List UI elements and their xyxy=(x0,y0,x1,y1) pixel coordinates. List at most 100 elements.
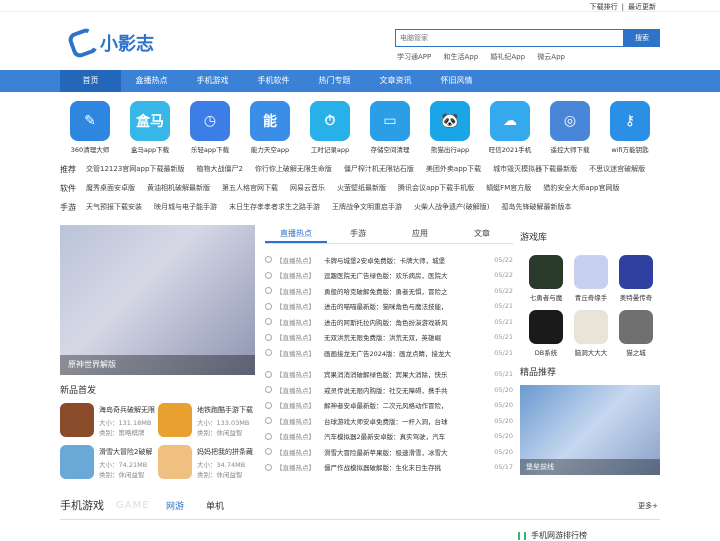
hot-keyword[interactable]: 学习通APP xyxy=(397,53,431,61)
new-game-item[interactable]: 海岛奇兵破解无限 大小：131.18MB 类别：策略棋牌 xyxy=(60,403,158,439)
app-item[interactable]: ◎ 遥控大师下载 xyxy=(540,101,600,154)
tag-link[interactable]: 猎豹安全大师app官网版 xyxy=(543,183,619,194)
news-title[interactable]: 逗趣医院无广告绿色版：欢乐病房，医院大 xyxy=(324,270,491,280)
news-title[interactable]: 台球游戏大师安卓免费版：一杆入洞，台球 xyxy=(324,416,491,426)
nav-mobile-software[interactable]: 手机软件 xyxy=(243,70,304,92)
news-row[interactable]: 【直播热点】 解神者安卓最新版：二次元风格动作冒险， 05/20 xyxy=(265,398,513,414)
tag-link[interactable]: 网易云音乐 xyxy=(290,183,325,194)
tag-link[interactable]: 黄油相机破解最新版 xyxy=(147,183,210,194)
news-row[interactable]: 【直播热点】 画画接龙无广告2024版：画龙点睛，接龙大 05/21 xyxy=(265,345,513,361)
app-item[interactable]: ✎ 360清理大师 xyxy=(60,101,120,154)
hot-keyword[interactable]: 微云App xyxy=(537,53,565,61)
search-input[interactable] xyxy=(395,29,624,47)
new-game-item[interactable]: 滑雪大冒险2破解 大小：74.21MB 类别：休闲益智 xyxy=(60,445,158,481)
news-title[interactable]: 勇般的哈克破解免费版：勇者无惧，冒险之 xyxy=(324,286,491,296)
tag-link[interactable]: 不思议迷宫破解版 xyxy=(589,164,645,175)
tag-link[interactable]: 美团外卖app下载 xyxy=(426,164,481,175)
tag-link[interactable]: 蜻蜓FM官方版 xyxy=(486,183,531,194)
hot-keyword[interactable]: 和生活App xyxy=(443,53,478,61)
news-title[interactable]: 滑雪大冒险最新苹果版：极速滑雪，冰雪大 xyxy=(324,447,491,457)
tag-link[interactable]: 僵尸榨汁机无限钻石版 xyxy=(344,164,414,175)
tab-games[interactable]: 手游 xyxy=(327,228,389,243)
news-row[interactable]: 【直播热点】 进击的阿斯托拉内购版：角色扮演游戏新风 05/21 xyxy=(265,314,513,330)
library-game[interactable]: 奥特曼传奇 xyxy=(614,255,658,302)
library-game[interactable]: 七勇者与魔 xyxy=(524,255,568,302)
tab-single-games[interactable]: 单机 xyxy=(206,499,224,512)
tag-link[interactable]: 城市毁灭模拟器下载最新版 xyxy=(493,164,577,175)
featured-banner[interactable]: 堡垒前线 xyxy=(520,385,660,475)
tag-link[interactable]: 火柴人战争遗产(破解版) xyxy=(414,202,489,213)
news-title[interactable]: 解神者安卓最新版：二次元风格动作冒险， xyxy=(324,400,491,410)
nav-topics[interactable]: 热门专题 xyxy=(304,70,365,92)
app-item[interactable]: ⚷ wifi万能钥匙 xyxy=(600,101,660,154)
news-row[interactable]: 【直播热点】 逗趣医院无广告绿色版：欢乐病房，医院大 05/22 xyxy=(265,268,513,284)
news-row[interactable]: 【直播热点】 无双洪荒无限免费版：洪荒无双，英雄崛 05/21 xyxy=(265,330,513,346)
news-title[interactable]: 宾果消消消破解绿色版：宾果大消除，快乐 xyxy=(324,369,491,379)
tag-link[interactable]: 交管12123官网app下载最新版 xyxy=(86,164,184,175)
app-item[interactable]: ⏱ 工时记录app xyxy=(300,101,360,154)
app-item[interactable]: ◷ 乐轻app下载 xyxy=(180,101,240,154)
news-title[interactable]: 进击的喵喵最新版：猫咪角色与魔法技能， xyxy=(324,301,491,311)
news-row[interactable]: 【直播热点】 卡牌与城堡2安卓免费版：卡牌大师，城堡 05/22 xyxy=(265,252,513,268)
tag-link[interactable]: 腾讯会议app下载手机版 xyxy=(398,183,474,194)
library-game[interactable]: 青丘奇缘手 xyxy=(569,255,613,302)
news-row[interactable]: 【直播热点】 滑雪大冒险最新苹果版：极速滑雪，冰雪大 05/20 xyxy=(265,444,513,460)
news-title[interactable]: 戒灵传说无限内购版：社交无障碍，携手共 xyxy=(324,385,491,395)
news-title[interactable]: 进击的阿斯托拉内购版：角色扮演游戏新风 xyxy=(324,317,491,327)
tag-link[interactable]: 第五人格官网下载 xyxy=(222,183,278,194)
app-item[interactable]: 能能力天空app xyxy=(240,101,300,154)
news-title[interactable]: 僵尸作战模拟器破解版：生化末日生存挑 xyxy=(324,462,491,472)
game-name[interactable]: 地铁跑酷手游下载 xyxy=(197,405,253,415)
news-row[interactable]: 【直播热点】 勇般的哈克破解免费版：勇者无惧，冒险之 05/22 xyxy=(265,283,513,299)
tag-link[interactable]: 魔秀桌面安卓版 xyxy=(86,183,135,194)
news-title[interactable]: 无双洪荒无限免费版：洪荒无双，英雄崛 xyxy=(324,332,491,342)
tag-link[interactable]: 王牌战争文明重启手游 xyxy=(332,202,402,213)
site-logo[interactable]: 小影志 xyxy=(66,26,154,60)
main-banner[interactable]: 原神世界解版 xyxy=(60,225,255,375)
download-rank-link[interactable]: 下载排行 xyxy=(590,3,618,11)
nav-articles[interactable]: 文章资讯 xyxy=(365,70,426,92)
tab-articles[interactable]: 文章 xyxy=(451,228,513,243)
tag-link[interactable]: 末日生存孝孝者求生之路手游 xyxy=(229,202,320,213)
tag-link[interactable]: 你行你上破解无限生命版 xyxy=(255,164,332,175)
new-game-item[interactable]: 地铁跑酷手游下载 大小：133.03MB 类别：休闲益智 xyxy=(158,403,256,439)
news-date: 05/22 xyxy=(494,271,513,280)
news-title[interactable]: 卡牌与城堡2安卓免费版：卡牌大师，城堡 xyxy=(324,255,491,265)
search-button[interactable]: 搜索 xyxy=(624,29,660,47)
tab-live-hot[interactable]: 直播热点 xyxy=(265,228,327,243)
news-row[interactable]: 【直播热点】 汽车模拟器2最新安卓版：真实驾驶，汽车 05/20 xyxy=(265,429,513,445)
app-item[interactable]: ▭ 存储空间清理 xyxy=(360,101,420,154)
news-row[interactable]: 【直播热点】 戒灵传说无限内购版：社交无障碍，携手共 05/20 xyxy=(265,382,513,398)
tag-link[interactable]: 天气预报下载安装 xyxy=(86,202,142,213)
news-row[interactable]: 【直播热点】 进击的喵喵最新版：猫咪角色与魔法技能， 05/21 xyxy=(265,299,513,315)
library-game[interactable]: 脑洞大大大 xyxy=(569,310,613,357)
news-row[interactable]: 【直播热点】 僵尸作战模拟器破解版：生化末日生存挑 05/17 xyxy=(265,460,513,476)
tag-link[interactable]: 映月城与电子能手游 xyxy=(154,202,217,213)
app-item[interactable]: ☁ 旺信2021手机 xyxy=(480,101,540,154)
app-item[interactable]: 🐼 熊猫出行app xyxy=(420,101,480,154)
news-title[interactable]: 画画接龙无广告2024版：画龙点睛，接龙大 xyxy=(324,348,491,358)
news-title[interactable]: 汽车模拟器2最新安卓版：真实驾驶，汽车 xyxy=(324,431,491,441)
game-name[interactable]: 妈妈把我的拼条藏 xyxy=(197,447,253,457)
app-item[interactable]: 盒马 盒马app下载 xyxy=(120,101,180,154)
news-row[interactable]: 【直播热点】 宾果消消消破解绿色版：宾果大消除，快乐 05/21 xyxy=(265,367,513,383)
library-game[interactable]: DB系统 xyxy=(524,310,568,357)
tag-link[interactable]: 火萤壁纸最新版 xyxy=(337,183,386,194)
app-icon: 盒马 xyxy=(130,101,170,141)
tag-link[interactable]: 植物大战僵尸2 xyxy=(196,164,242,175)
tab-apps[interactable]: 应用 xyxy=(389,228,451,243)
game-name[interactable]: 滑雪大冒险2破解 xyxy=(99,447,152,457)
hot-keyword[interactable]: 婚礼纪App xyxy=(490,53,525,61)
game-name[interactable]: 海岛奇兵破解无限 xyxy=(99,405,155,415)
library-game[interactable]: 猫之城 xyxy=(614,310,658,357)
nav-live-hot[interactable]: 盒播热点 xyxy=(121,70,182,92)
nav-retro[interactable]: 怀旧风情 xyxy=(426,70,487,92)
more-link[interactable]: 更多+ xyxy=(638,501,658,511)
nav-home[interactable]: 首页 xyxy=(60,70,121,92)
tag-link[interactable]: 孤岛先锋破解最新版本 xyxy=(501,202,571,213)
tab-online-games[interactable]: 网游 xyxy=(166,499,184,512)
nav-mobile-games[interactable]: 手机游戏 xyxy=(182,70,243,92)
new-game-item[interactable]: 妈妈把我的拼条藏 大小：34.74MB 类别：休闲益智 xyxy=(158,445,256,481)
recent-update-link[interactable]: 最近更新 xyxy=(628,3,656,11)
news-row[interactable]: 【直播热点】 台球游戏大师安卓免费版：一杆入洞，台球 05/20 xyxy=(265,413,513,429)
